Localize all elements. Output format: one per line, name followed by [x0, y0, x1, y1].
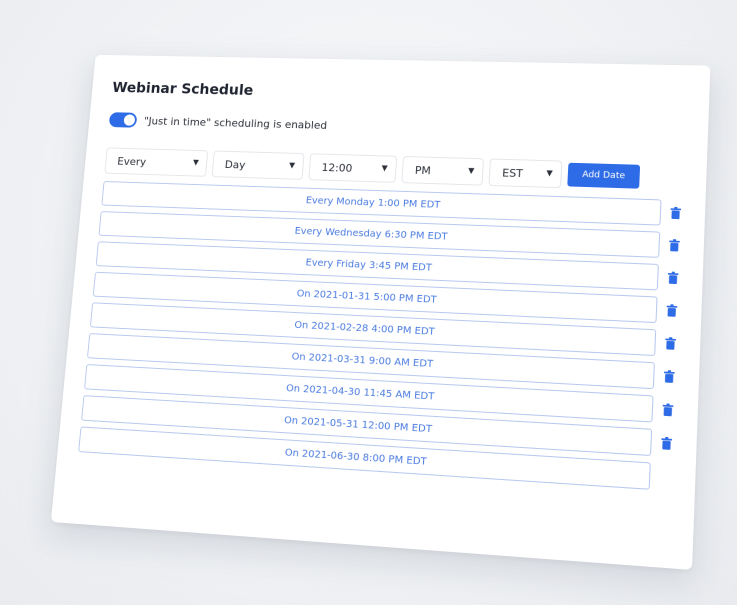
period-select[interactable]: Day ▼ [211, 150, 305, 180]
trash-icon[interactable] [665, 303, 678, 318]
panel-title: Webinar Schedule [111, 78, 254, 99]
webinar-schedule-panel: Webinar Schedule "Just in time" scheduli… [50, 54, 711, 570]
frequency-value: Every [116, 154, 147, 168]
trash-icon[interactable] [668, 238, 681, 253]
schedule-list: Every Monday 1:00 PM EDT Every Wednesday… [78, 181, 682, 491]
ampm-select[interactable]: PM ▼ [401, 155, 485, 186]
chevron-down-icon: ▼ [288, 160, 296, 170]
chevron-down-icon: ▼ [546, 168, 553, 178]
trash-icon[interactable] [666, 270, 679, 285]
jit-scheduling-toggle[interactable] [108, 112, 138, 128]
chevron-down-icon: ▼ [192, 158, 200, 167]
toggle-knob [123, 114, 136, 126]
time-select[interactable]: 12:00 ▼ [308, 153, 398, 183]
trash-icon[interactable] [663, 369, 676, 384]
trash-icon[interactable] [664, 336, 677, 351]
chevron-down-icon: ▼ [381, 163, 388, 173]
trash-icon[interactable] [661, 402, 674, 417]
jit-toggle-row: "Just in time" scheduling is enabled [108, 112, 686, 142]
chevron-down-icon: ▼ [467, 166, 475, 176]
stage: Webinar Schedule "Just in time" scheduli… [0, 0, 737, 605]
jit-toggle-label: "Just in time" scheduling is enabled [143, 114, 328, 132]
timezone-value: EST [501, 166, 524, 180]
frequency-select[interactable]: Every ▼ [104, 147, 209, 177]
trash-icon[interactable] [660, 436, 673, 451]
add-date-button[interactable]: Add Date [567, 162, 641, 189]
ampm-value: PM [414, 163, 432, 177]
time-value: 12:00 [321, 160, 353, 175]
timezone-select[interactable]: EST ▼ [488, 158, 563, 189]
trash-icon[interactable] [669, 206, 682, 221]
period-value: Day [224, 157, 246, 171]
